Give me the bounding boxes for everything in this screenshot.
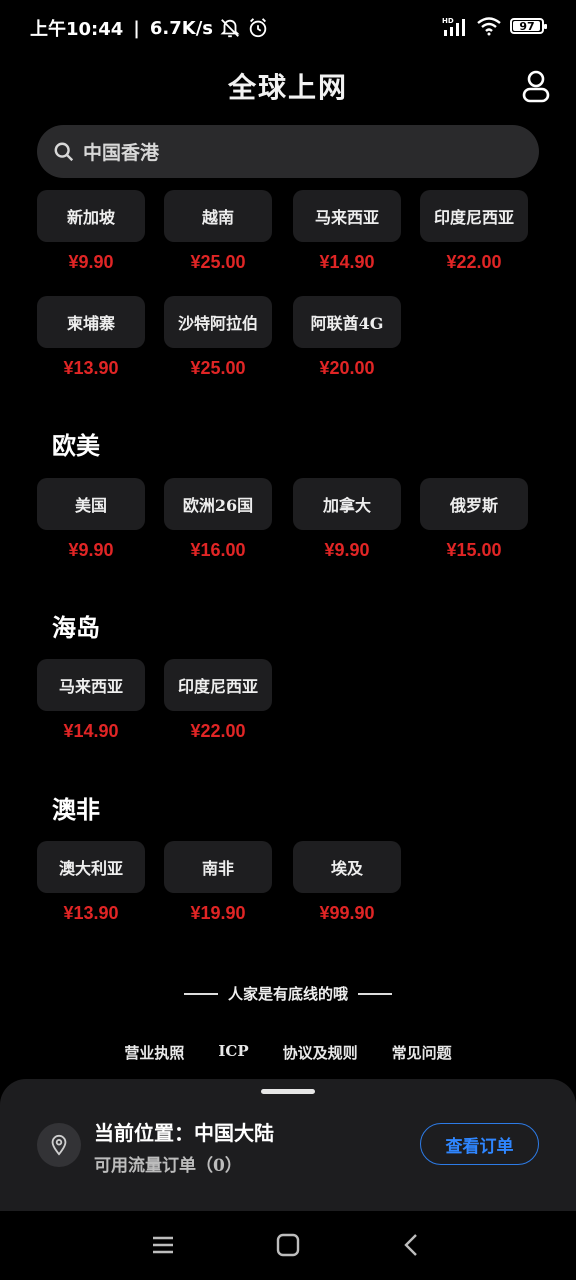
bottom-sheet: 当前位置：中国大陆 可用流量订单（0） 查看订单 bbox=[0, 1079, 576, 1211]
country-button[interactable]: 马来西亚 bbox=[37, 659, 145, 711]
end-of-list-note: 人家是有底线的哦 bbox=[0, 983, 576, 1004]
country-button[interactable]: 柬埔寨 bbox=[37, 296, 145, 348]
country-button[interactable]: 加拿大 bbox=[293, 478, 401, 530]
price-label: ¥25.00 bbox=[190, 358, 246, 378]
country-card[interactable]: 阿联酋4G ¥20.00 bbox=[293, 296, 401, 379]
sheet-drag-handle[interactable] bbox=[261, 1089, 315, 1094]
section-title-oceania-africa: 澳非 bbox=[52, 795, 100, 824]
country-card[interactable]: 加拿大 ¥9.90 bbox=[293, 478, 401, 561]
home-icon[interactable] bbox=[274, 1231, 302, 1259]
price-label: ¥9.90 bbox=[324, 540, 370, 560]
battery-text: 97 bbox=[519, 19, 535, 33]
country-button[interactable]: 埃及 bbox=[293, 841, 401, 893]
country-card[interactable]: 越南 ¥25.00 bbox=[164, 190, 272, 273]
available-orders: 可用流量订单（0） bbox=[94, 1156, 242, 1176]
price-label: ¥13.90 bbox=[63, 358, 119, 378]
price-label: ¥20.00 bbox=[319, 358, 375, 378]
price-label: ¥9.90 bbox=[68, 540, 114, 560]
status-time: 上午10:44 bbox=[30, 19, 124, 40]
country-card[interactable]: 澳大利亚 ¥13.90 bbox=[37, 841, 145, 924]
country-button[interactable]: 澳大利亚 bbox=[37, 841, 145, 893]
country-button[interactable]: 越南 bbox=[164, 190, 272, 242]
price-label: ¥22.00 bbox=[446, 252, 502, 272]
price-label: ¥15.00 bbox=[446, 540, 502, 560]
country-button[interactable]: 南非 bbox=[164, 841, 272, 893]
country-button[interactable]: 俄罗斯 bbox=[420, 478, 528, 530]
country-card[interactable]: 马来西亚 ¥14.90 bbox=[293, 190, 401, 273]
search-icon bbox=[54, 142, 74, 161]
price-label: ¥14.90 bbox=[319, 252, 375, 272]
country-button[interactable]: 美国 bbox=[37, 478, 145, 530]
country-card[interactable]: 欧洲26国 ¥16.00 bbox=[164, 478, 272, 561]
divider-line bbox=[358, 992, 392, 995]
back-icon[interactable] bbox=[398, 1231, 426, 1259]
country-card[interactable]: 俄罗斯 ¥15.00 bbox=[420, 478, 528, 561]
status-left: 上午10:44 | 6.7K/s bbox=[30, 15, 269, 41]
view-orders-button[interactable]: 查看订单 bbox=[420, 1123, 539, 1165]
current-location: 当前位置：中国大陆 bbox=[94, 1121, 274, 1145]
country-button[interactable]: 印度尼西亚 bbox=[164, 659, 272, 711]
country-card[interactable]: 新加坡 ¥9.90 bbox=[37, 190, 145, 273]
link-faq[interactable]: 常见问题 bbox=[392, 1038, 452, 1067]
price-label: ¥22.00 bbox=[190, 721, 246, 741]
end-of-list-text: 人家是有底线的哦 bbox=[227, 985, 348, 1003]
country-card[interactable]: 印度尼西亚 ¥22.00 bbox=[164, 659, 272, 742]
country-card[interactable]: 南非 ¥19.90 bbox=[164, 841, 272, 924]
search-input[interactable] bbox=[83, 140, 483, 163]
price-label: ¥9.90 bbox=[68, 252, 114, 272]
country-card[interactable]: 埃及 ¥99.90 bbox=[293, 841, 401, 924]
user-icon[interactable] bbox=[518, 68, 554, 104]
location-pin-icon bbox=[51, 1134, 67, 1156]
country-card[interactable]: 印度尼西亚 ¥22.00 bbox=[420, 190, 528, 273]
price-label: ¥99.90 bbox=[319, 903, 375, 923]
country-button[interactable]: 印度尼西亚 bbox=[420, 190, 528, 242]
link-agreement-rules[interactable]: 协议及规则 bbox=[283, 1038, 358, 1067]
country-button[interactable]: 马来西亚 bbox=[293, 190, 401, 242]
price-label: ¥13.90 bbox=[63, 903, 119, 923]
svg-text:HD: HD bbox=[442, 17, 454, 25]
section-title-islands: 海岛 bbox=[52, 613, 100, 642]
divider-line bbox=[183, 992, 218, 995]
status-network-speed: 6.7K/s bbox=[149, 17, 213, 39]
alarm-icon bbox=[249, 18, 267, 38]
location-icon-wrap bbox=[37, 1123, 81, 1167]
country-card[interactable]: 马来西亚 ¥14.90 bbox=[37, 659, 145, 742]
system-nav-bar bbox=[0, 1211, 576, 1280]
link-icp[interactable]: ICP bbox=[218, 1038, 248, 1067]
country-card[interactable]: 柬埔寨 ¥13.90 bbox=[37, 296, 145, 379]
status-right: HD 97 bbox=[442, 16, 547, 36]
country-card[interactable]: 美国 ¥9.90 bbox=[37, 478, 145, 561]
wifi-icon bbox=[477, 17, 501, 36]
menu-icon[interactable] bbox=[149, 1231, 177, 1259]
section-title-europe-america: 欧美 bbox=[52, 431, 100, 460]
page-title: 全球上网 bbox=[227, 71, 348, 104]
signal-icon: HD bbox=[442, 17, 465, 36]
footer-links: 营业执照 ICP 协议及规则 常见问题 bbox=[0, 1038, 576, 1067]
status-bar: 上午10:44 | 6.7K/s HD 97 bbox=[0, 0, 576, 56]
status-separator: | bbox=[133, 17, 140, 39]
battery-icon: 97 bbox=[510, 18, 547, 34]
mute-icon bbox=[220, 19, 240, 38]
price-label: ¥14.90 bbox=[63, 721, 119, 741]
link-business-license[interactable]: 营业执照 bbox=[124, 1038, 184, 1067]
price-label: ¥19.90 bbox=[190, 903, 246, 923]
price-label: ¥25.00 bbox=[190, 252, 246, 272]
country-button[interactable]: 阿联酋4G bbox=[293, 296, 401, 348]
country-button[interactable]: 新加坡 bbox=[37, 190, 145, 242]
header: 全球上网 bbox=[0, 60, 576, 110]
price-label: ¥16.00 bbox=[190, 540, 246, 560]
country-card[interactable]: 沙特阿拉伯 ¥25.00 bbox=[164, 296, 272, 379]
country-button[interactable]: 欧洲26国 bbox=[164, 478, 272, 530]
search-bar[interactable] bbox=[37, 125, 539, 178]
country-button[interactable]: 沙特阿拉伯 bbox=[164, 296, 272, 348]
